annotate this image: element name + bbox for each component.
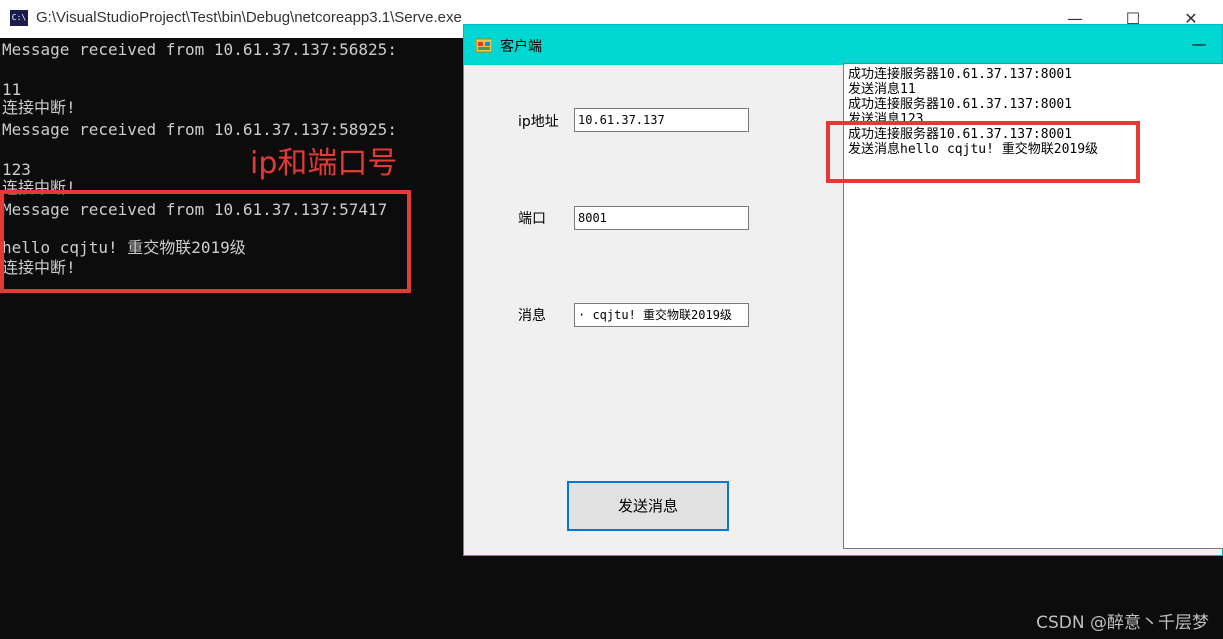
ip-address-input[interactable]: 10.61.37.137: [574, 108, 749, 132]
send-message-button[interactable]: 发送消息: [567, 481, 729, 531]
port-label: 端口: [518, 211, 546, 227]
console-line: Message received from 10.61.37.137:58925…: [2, 120, 397, 139]
console-line: 123: [2, 160, 31, 179]
client-titlebar: 客户端 —: [464, 25, 1222, 65]
app-window-icon: [476, 38, 492, 53]
log-line: 成功连接服务器10.61.37.137:8001: [848, 67, 1073, 82]
client-minimize-button[interactable]: —: [1184, 29, 1214, 59]
console-app-icon: C:\: [10, 10, 28, 26]
annotation-label: ip和端口号: [250, 146, 398, 181]
console-line: Message received from 10.61.37.137:56825…: [2, 40, 397, 59]
annotation-highlight-box: [0, 190, 411, 293]
client-window: 客户端 — ip地址 10.61.37.137 端口 8001 消息 · cqj…: [463, 24, 1223, 556]
annotation-highlight-box: [826, 121, 1140, 183]
console-line: 连接中断!: [2, 98, 76, 117]
watermark: CSDN @醉意丶千层梦: [1036, 613, 1209, 633]
log-line: 成功连接服务器10.61.37.137:8001: [848, 97, 1073, 112]
client-window-title: 客户端: [500, 39, 542, 55]
log-line: 发送消息11: [848, 82, 916, 97]
console-line: 11: [2, 80, 22, 99]
ip-label: ip地址: [518, 114, 559, 130]
port-input[interactable]: 8001: [574, 206, 749, 230]
message-label: 消息: [518, 308, 546, 324]
console-window-title: G:\VisualStudioProject\Test\bin\Debug\ne…: [36, 9, 462, 26]
message-input[interactable]: · cqjtu! 重交物联2019级: [574, 303, 749, 327]
